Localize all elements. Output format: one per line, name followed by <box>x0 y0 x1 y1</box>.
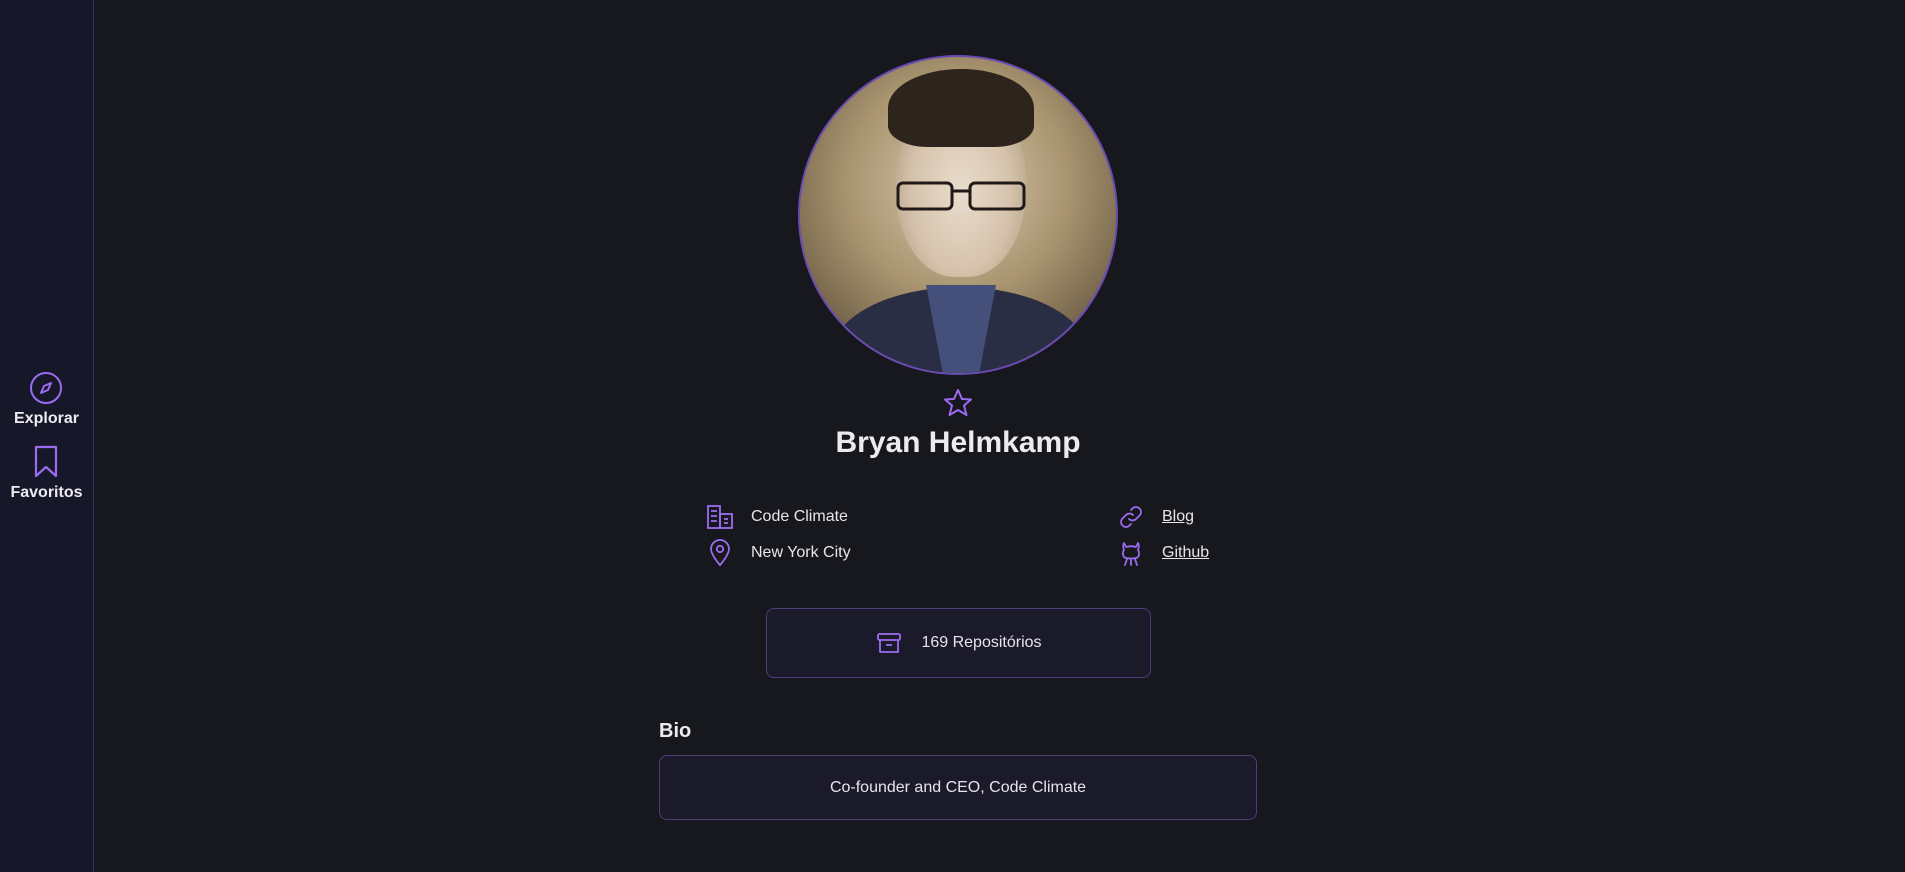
avatar <box>798 55 1118 375</box>
github-info: Github <box>1117 539 1209 567</box>
user-name: Bryan Helmkamp <box>835 426 1081 459</box>
link-icon <box>1117 503 1145 531</box>
repositories-count: 169 Repositórios <box>921 634 1042 651</box>
sidebar-item-explorar[interactable]: Explorar <box>14 370 79 428</box>
company-info: Code Climate <box>706 503 848 531</box>
bookmark-icon <box>28 444 64 480</box>
blog-info: Blog <box>1117 503 1194 531</box>
archive-icon <box>875 629 903 657</box>
compass-icon <box>28 370 64 406</box>
building-icon <box>706 503 734 531</box>
map-pin-icon <box>706 539 734 567</box>
favorite-star-button[interactable] <box>941 388 975 422</box>
github-icon <box>1117 539 1145 567</box>
bio-text: Co-founder and CEO, Code Climate <box>829 778 1087 796</box>
profile-page: Bryan Helmkamp Code Climate New York Cit… <box>95 0 1905 872</box>
bio-title: Bio <box>659 720 692 742</box>
repositories-button[interactable]: 169 Repositórios <box>766 608 1151 678</box>
sidebar-item-label: Favoritos <box>10 484 83 501</box>
location-text: New York City <box>751 544 851 561</box>
avatar-hair <box>888 69 1034 147</box>
sidebar: Explorar Favoritos <box>0 0 94 872</box>
star-icon <box>942 387 974 424</box>
avatar-glasses <box>896 181 1026 211</box>
company-text: Code Climate <box>751 508 848 525</box>
location-info: New York City <box>706 539 851 567</box>
sidebar-item-label: Explorar <box>14 410 79 427</box>
github-link[interactable]: Github <box>1162 544 1209 562</box>
sidebar-item-favoritos[interactable]: Favoritos <box>10 444 83 502</box>
bio-card: Co-founder and CEO, Code Climate <box>659 755 1257 820</box>
blog-link[interactable]: Blog <box>1162 508 1194 526</box>
